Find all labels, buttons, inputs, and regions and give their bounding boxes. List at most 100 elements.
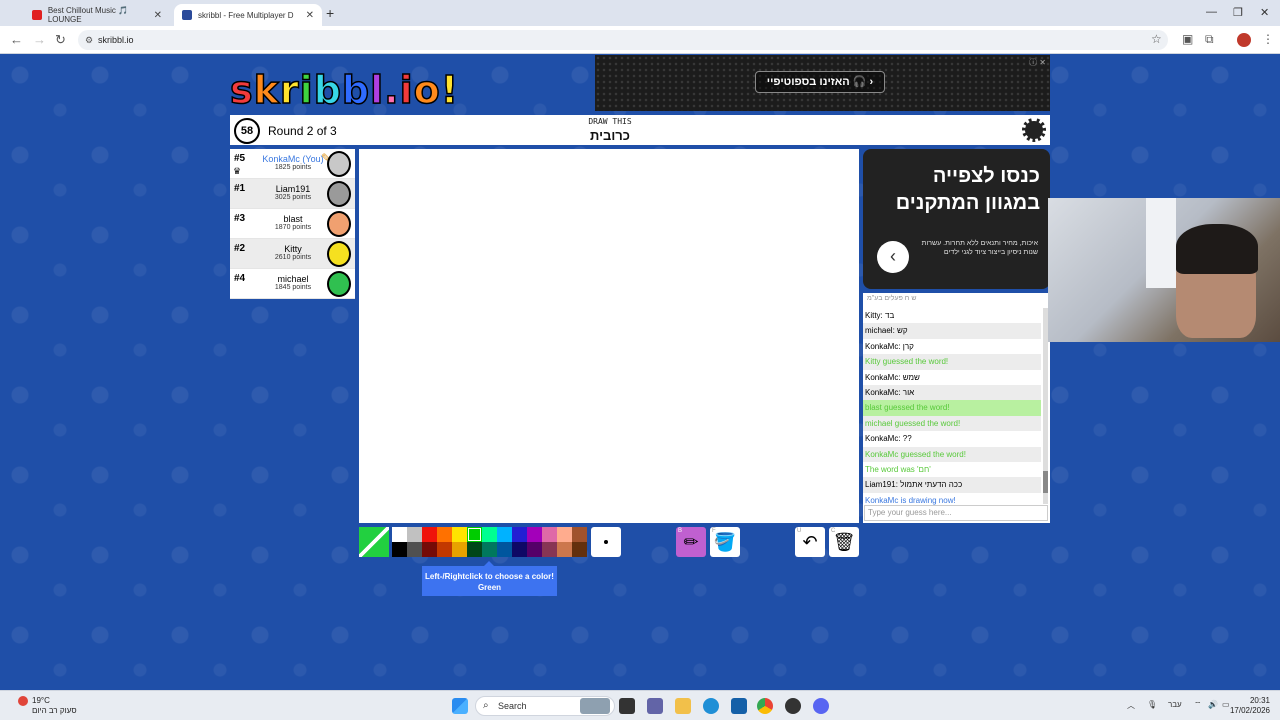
settings-gear-icon[interactable]: [1022, 118, 1046, 142]
extension-icon[interactable]: ▣: [1182, 32, 1193, 46]
color-swatch[interactable]: [452, 527, 467, 542]
wifi-icon[interactable]: ⌔: [1194, 700, 1202, 710]
color-swatch[interactable]: [437, 542, 452, 557]
weather-alert-icon: [18, 696, 28, 706]
menu-kebab-icon[interactable]: ⋮: [1262, 32, 1274, 46]
player-name: blast: [283, 214, 303, 224]
widgets-icon[interactable]: [580, 698, 610, 714]
file-explorer-icon[interactable]: [675, 698, 691, 714]
puzzle-icon[interactable]: ⧉: [1205, 32, 1214, 47]
reload-icon[interactable]: ↻: [55, 32, 66, 48]
color-swatch[interactable]: [512, 527, 527, 542]
tab-chillout-music[interactable]: Best Chillout Music 🎵 LOUNGE ✕: [24, 4, 170, 26]
battery-icon[interactable]: ▭: [1222, 700, 1230, 709]
taskbar-clock[interactable]: 20:31 17/02/2026: [1230, 696, 1270, 716]
browser-tabstrip: Best Chillout Music 🎵 LOUNGE ✕ skribbl -…: [0, 0, 1280, 26]
color-swatch[interactable]: [557, 527, 572, 542]
player-rank: #4: [234, 273, 246, 284]
color-swatch[interactable]: [482, 527, 497, 542]
chat-scrollbar-thumb[interactable]: [1043, 471, 1048, 493]
ad-spotify-button[interactable]: האזינו בספוטיפיי 🎧 ›: [755, 71, 885, 93]
webcam-person-hair: [1176, 224, 1258, 274]
teams-icon[interactable]: [647, 698, 663, 714]
logo-letter: !: [440, 67, 460, 113]
obs-icon[interactable]: [785, 698, 801, 714]
volume-icon[interactable]: 🔊: [1208, 700, 1218, 709]
player-row[interactable]: #4 michael 1845 points: [230, 269, 355, 299]
task-view-icon[interactable]: [619, 698, 635, 714]
ad-close-icon[interactable]: ⓘ ✕: [1029, 57, 1046, 68]
color-swatch[interactable]: [497, 527, 512, 542]
color-swatch[interactable]: [512, 542, 527, 557]
bookmark-star-icon[interactable]: ☆: [1151, 32, 1162, 46]
ad-banner-right[interactable]: כנסו לצפייה במגוון המתקנים ‹ איכות, מחיר…: [863, 149, 1050, 289]
back-icon[interactable]: ←: [10, 32, 23, 47]
color-swatch[interactable]: [482, 542, 497, 557]
undo-button[interactable]: U ↶: [795, 527, 825, 557]
language-indicator[interactable]: עבר: [1168, 700, 1182, 709]
close-tab-icon[interactable]: ✕: [306, 10, 314, 21]
player-row[interactable]: #2 Kitty 2610 points: [230, 239, 355, 269]
shortcut-key: B: [678, 528, 683, 534]
logo-letter: .: [383, 67, 400, 113]
color-swatch[interactable]: [407, 542, 422, 557]
drawing-canvas[interactable]: [359, 149, 859, 523]
color-swatch[interactable]: [527, 527, 542, 542]
color-swatch[interactable]: [407, 527, 422, 542]
color-swatch[interactable]: [422, 542, 437, 557]
ad-arrow-icon[interactable]: ‹: [877, 241, 909, 273]
chrome-icon[interactable]: [757, 698, 773, 714]
microphone-icon[interactable]: 🎙: [1147, 700, 1157, 709]
color-swatch[interactable]: [467, 542, 482, 557]
brush-size-button[interactable]: [591, 527, 621, 557]
color-swatch[interactable]: [422, 527, 437, 542]
chat-message: The word was 'חם': [865, 464, 931, 474]
color-swatch[interactable]: [497, 542, 512, 557]
color-swatch[interactable]: [542, 542, 557, 557]
skribbl-favicon-icon: [182, 10, 192, 20]
site-info-icon[interactable]: ⚙: [85, 30, 93, 50]
player-rank: #2: [234, 243, 246, 254]
color-swatch[interactable]: [527, 542, 542, 557]
player-row[interactable]: #3 blast 1870 points: [230, 209, 355, 239]
restore-icon[interactable]: ❐: [1233, 6, 1243, 19]
color-swatch[interactable]: [572, 527, 587, 542]
player-row[interactable]: #1 Liam191 3025 points: [230, 179, 355, 209]
color-swatch[interactable]: [437, 527, 452, 542]
fill-tool-button[interactable]: F 🪣: [710, 527, 740, 557]
color-swatch[interactable]: [467, 527, 482, 542]
forward-icon[interactable]: →: [33, 32, 46, 47]
close-tab-icon[interactable]: ✕: [154, 10, 162, 21]
color-swatch[interactable]: [392, 527, 407, 542]
color-swatch[interactable]: [557, 542, 572, 557]
ad-info-text: ש ח פעלים בע"מ: [867, 295, 917, 302]
player-name: michael: [277, 274, 309, 284]
close-window-icon[interactable]: ✕: [1260, 6, 1269, 19]
undo-icon: ↶: [802, 532, 818, 552]
color-swatch[interactable]: [452, 542, 467, 557]
color-swatch[interactable]: [542, 527, 557, 542]
player-row[interactable]: #5 ♛ KonkaMc (You) 1825 points ✎: [230, 149, 355, 179]
windows-start-icon[interactable]: [452, 698, 468, 714]
player-rank: #3: [234, 213, 246, 224]
color-swatch[interactable]: [572, 542, 587, 557]
minimize-icon[interactable]: —: [1206, 6, 1217, 18]
tray-chevron-icon[interactable]: ︿: [1127, 700, 1135, 711]
player-points: 3025 points: [274, 194, 312, 201]
color-swatch[interactable]: [392, 542, 407, 557]
brush-tool-button[interactable]: B ✏: [676, 527, 706, 557]
clear-button[interactable]: C 🗑: [829, 527, 859, 557]
ad-banner-top[interactable]: האזינו בספוטיפיי 🎧 › ⓘ ✕: [595, 55, 1050, 111]
draw-this-label: DRAW THIS: [588, 117, 632, 126]
youtube-icon: [32, 10, 42, 20]
store-icon[interactable]: [731, 698, 747, 714]
chat-message: Liam191: ככה הדעתי אתמול: [863, 477, 1041, 493]
profile-avatar-icon[interactable]: [1237, 33, 1251, 47]
tab-skribbl[interactable]: skribbl - Free Multiplayer D ✕: [174, 4, 322, 26]
weather-widget[interactable]: 19°C סעוק רב היום: [18, 696, 77, 716]
new-tab-icon[interactable]: +: [326, 5, 334, 21]
guess-input[interactable]: Type your guess here...: [864, 505, 1048, 521]
url-field[interactable]: ⚙ skribbl.io: [78, 30, 1168, 50]
edge-icon[interactable]: [703, 698, 719, 714]
discord-icon[interactable]: [813, 698, 829, 714]
